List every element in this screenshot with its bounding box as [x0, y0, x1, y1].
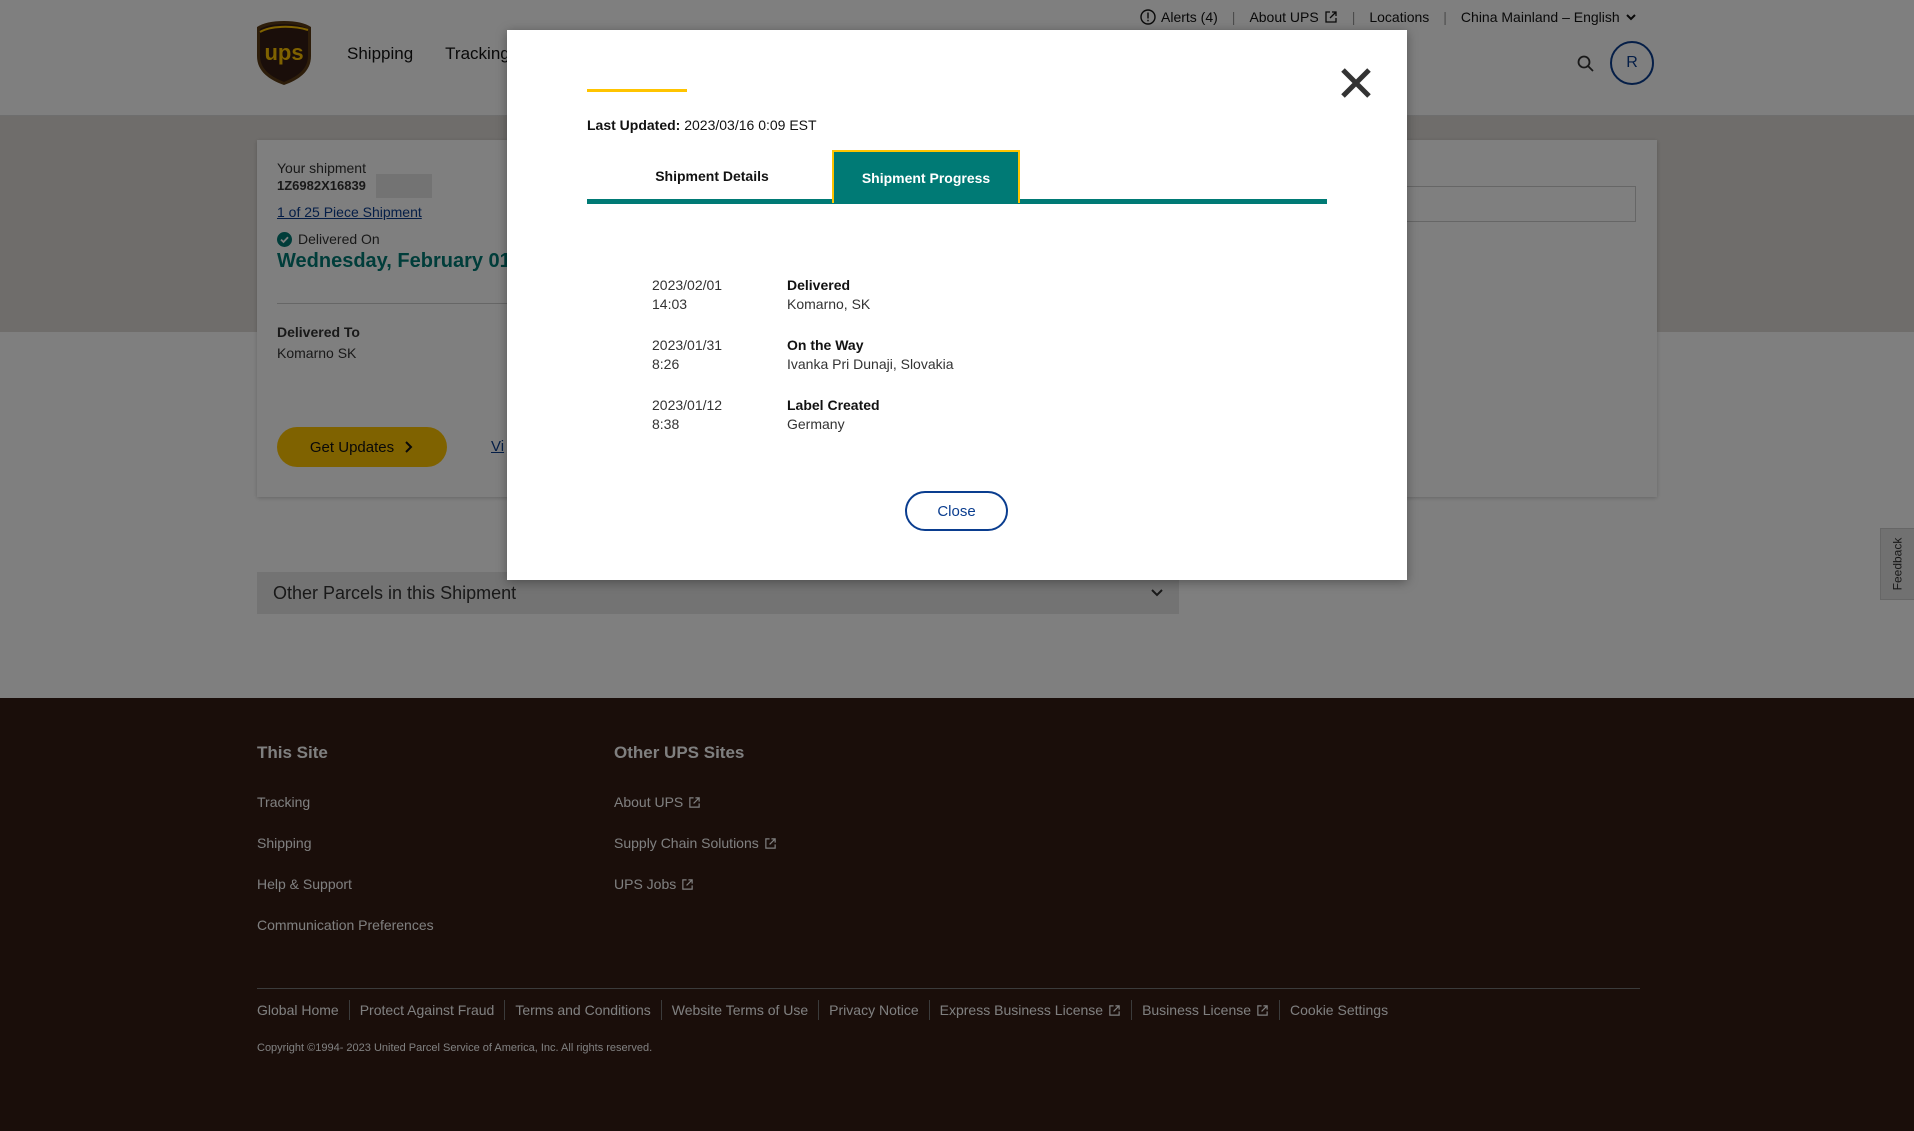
progress-time: 8:26 [652, 356, 680, 372]
progress-time: 8:38 [652, 416, 680, 432]
progress-date: 2023/01/31 [652, 337, 723, 353]
progress-location: Ivanka Pri Dunaji, Slovakia [787, 356, 954, 372]
last-updated: Last Updated: 2023/03/16 0:09 EST [587, 117, 817, 133]
progress-date: 2023/02/01 [652, 277, 723, 293]
progress-location: Germany [787, 416, 845, 432]
progress-time: 14:03 [652, 296, 688, 312]
progress-status: Delivered [787, 277, 851, 293]
last-updated-value: 2023/03/16 0:09 EST [684, 117, 817, 133]
close-button[interactable]: Close [905, 491, 1008, 531]
tab-shipment-details[interactable]: Shipment Details [617, 163, 807, 189]
tab-shipment-progress[interactable]: Shipment Progress [832, 150, 1020, 203]
close-icon[interactable] [1335, 62, 1377, 104]
progress-status: Label Created [787, 397, 880, 413]
progress-location: Komarno, SK [787, 296, 871, 312]
progress-date: 2023/01/12 [652, 397, 723, 413]
progress-status: On the Way [787, 337, 864, 353]
progress-row: 2023/02/01 14:03 Delivered Komarno, SK [652, 277, 1252, 321]
modal-accent-bar [587, 89, 687, 92]
progress-row: 2023/01/12 8:38 Label Created Germany [652, 397, 1252, 441]
progress-row: 2023/01/31 8:26 On the Way Ivanka Pri Du… [652, 337, 1252, 381]
modal-tabs: Shipment Details Shipment Progress [587, 150, 1327, 236]
shipment-modal: Last Updated: 2023/03/16 0:09 EST Shipme… [507, 30, 1407, 580]
last-updated-label: Last Updated: [587, 117, 681, 133]
